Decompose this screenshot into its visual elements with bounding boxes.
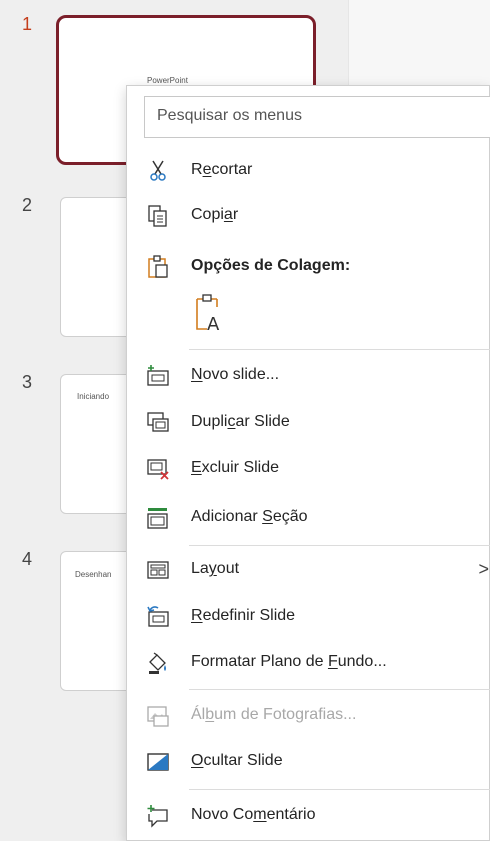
slide-number-1: 1 (22, 14, 33, 34)
duplicate-slide-icon (147, 412, 169, 432)
add-section-menu-item[interactable]: Adicionar Seção (127, 498, 490, 538)
context-menu: Pesquisar os menus Recortar Copiar Opçõe… (126, 85, 490, 841)
slide-thumbnail-title: Desenhan (75, 570, 112, 579)
slide-number-2: 2 (22, 195, 33, 215)
menu-separator (189, 689, 490, 690)
paste-options-header: Opções de Colagem: (127, 247, 490, 287)
slide-number-4: 4 (22, 549, 33, 569)
new-slide-menu-item[interactable]: Novo slide... (127, 356, 490, 396)
slide-thumbnail-title: PowerPoint (147, 76, 188, 85)
add-section-icon (147, 508, 168, 529)
menu-separator (189, 349, 490, 350)
duplicate-slide-menu-item[interactable]: Duplicar Slide (127, 403, 490, 443)
photo-album-icon (147, 706, 169, 727)
add-section-label: Adicionar Seção (191, 508, 308, 525)
slide-thumbnail-title: Iniciando (77, 392, 110, 401)
format-background-icon (149, 652, 166, 674)
new-slide-icon (147, 365, 169, 386)
photo-album-menu-item: Álbum de Fotografias... (127, 696, 490, 736)
hide-slide-menu-item[interactable]: Ocultar Slide (127, 742, 490, 782)
delete-slide-icon (147, 459, 169, 480)
format-background-menu-item[interactable]: Formatar Plano de Fundo... (127, 643, 490, 683)
new-comment-icon (147, 805, 168, 828)
layout-label: Layout (191, 560, 240, 577)
paste-options-label: Opções de Colagem: (191, 257, 351, 274)
new-comment-label: Novo Comentário (191, 806, 316, 823)
chevron-right-icon: > (478, 559, 489, 579)
copy-icon (148, 205, 167, 227)
menu-separator (189, 545, 490, 546)
hide-slide-icon (147, 753, 169, 771)
delete-slide-menu-item[interactable]: Excluir Slide (127, 449, 490, 489)
menu-separator (189, 789, 490, 790)
photo-album-label: Álbum de Fotografias... (191, 706, 357, 723)
new-slide-label: Novo slide... (191, 366, 280, 383)
cut-label: Recortar (191, 161, 253, 178)
reset-slide-label: Redefinir Slide (191, 607, 296, 624)
new-comment-menu-item[interactable]: Novo Comentário (127, 796, 490, 836)
search-menus-input[interactable]: Pesquisar os menus (144, 96, 490, 138)
cut-menu-item[interactable]: Recortar (127, 151, 490, 191)
copy-label: Copiar (191, 206, 239, 223)
paste-keep-text-only-icon[interactable]: A (193, 293, 227, 333)
reset-slide-icon (147, 606, 169, 627)
scissors-icon (150, 160, 166, 181)
hide-slide-label: Ocultar Slide (191, 752, 283, 769)
format-background-label: Formatar Plano de Fundo... (191, 653, 387, 670)
delete-slide-label: Excluir Slide (191, 459, 280, 476)
duplicate-slide-label: Duplicar Slide (191, 413, 290, 430)
reset-slide-menu-item[interactable]: Redefinir Slide (127, 597, 490, 637)
svg-text:A: A (207, 314, 220, 333)
paste-icon (148, 255, 168, 278)
layout-icon (147, 561, 169, 579)
copy-menu-item[interactable]: Copiar (127, 196, 490, 236)
slide-number-3: 3 (22, 372, 33, 392)
layout-menu-item[interactable]: Layout > (127, 550, 490, 590)
